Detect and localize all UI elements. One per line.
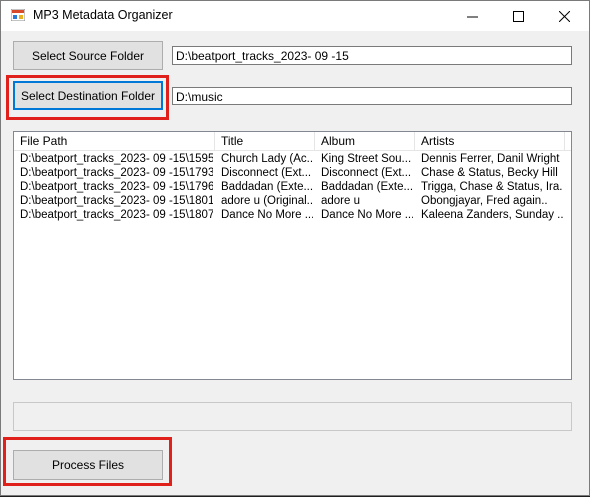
destination-path-field[interactable]: D:\music bbox=[172, 87, 572, 105]
window-title: MP3 Metadata Organizer bbox=[33, 8, 173, 22]
list-header: File Path Title Album Artists bbox=[14, 132, 571, 151]
maximize-icon bbox=[512, 10, 524, 22]
table-row[interactable]: D:\beatport_tracks_2023- 09 -15\1595... … bbox=[14, 152, 571, 166]
cell-album: adore u bbox=[321, 195, 361, 207]
cell-title: Dance No More ... bbox=[221, 209, 313, 221]
table-row[interactable]: D:\beatport_tracks_2023- 09 -15\1793... … bbox=[14, 166, 571, 180]
minimize-icon bbox=[466, 16, 478, 17]
cell-title: Baddadan (Exte... bbox=[221, 181, 313, 193]
source-path-field[interactable]: D:\beatport_tracks_2023- 09 -15 bbox=[172, 46, 572, 65]
table-row[interactable]: D:\beatport_tracks_2023- 09 -15\1796... … bbox=[14, 180, 571, 194]
process-files-button[interactable]: Process Files bbox=[13, 450, 163, 480]
maximize-button[interactable] bbox=[495, 1, 541, 31]
table-row[interactable]: D:\beatport_tracks_2023- 09 -15\1801... … bbox=[14, 194, 571, 208]
cell-album: Baddadan (Exte... bbox=[321, 181, 413, 193]
cell-title: Church Lady (Ac... bbox=[221, 153, 313, 165]
column-header-file-path[interactable]: File Path bbox=[14, 132, 215, 150]
table-row[interactable]: D:\beatport_tracks_2023- 09 -15\1807... … bbox=[14, 208, 571, 222]
cell-file-path: D:\beatport_tracks_2023- 09 -15\1796... bbox=[20, 181, 213, 193]
cell-file-path: D:\beatport_tracks_2023- 09 -15\1807... bbox=[20, 209, 213, 221]
select-destination-folder-button[interactable]: Select Destination Folder bbox=[13, 81, 163, 110]
status-area bbox=[13, 402, 572, 431]
cell-artists: Trigga, Chase & Status, Ira... bbox=[421, 181, 563, 193]
cell-file-path: D:\beatport_tracks_2023- 09 -15\1793... bbox=[20, 167, 213, 179]
column-header-album[interactable]: Album bbox=[315, 132, 415, 150]
column-header-title[interactable]: Title bbox=[215, 132, 315, 150]
cell-artists: Kaleena Zanders, Sunday ... bbox=[421, 209, 563, 221]
app-window: MP3 Metadata Organizer Select Source Fol… bbox=[0, 0, 590, 496]
cell-artists: Obongjayar, Fred again.. bbox=[421, 195, 548, 207]
cell-album: King Street Sou... bbox=[321, 153, 412, 165]
files-list-view[interactable]: File Path Title Album Artists D:\beatpor… bbox=[13, 131, 572, 380]
select-source-folder-button[interactable]: Select Source Folder bbox=[13, 41, 163, 70]
column-header-artists[interactable]: Artists bbox=[415, 132, 565, 150]
minimize-button[interactable] bbox=[449, 1, 495, 31]
cell-title: Disconnect (Ext... bbox=[221, 167, 312, 179]
close-icon bbox=[558, 10, 570, 22]
cell-artists: Chase & Status, Becky Hill bbox=[421, 167, 558, 179]
cell-album: Dance No More ... bbox=[321, 209, 413, 221]
column-header-filler bbox=[565, 132, 571, 150]
cell-file-path: D:\beatport_tracks_2023- 09 -15\1801... bbox=[20, 195, 213, 207]
title-bar[interactable]: MP3 Metadata Organizer bbox=[1, 1, 589, 31]
cell-file-path: D:\beatport_tracks_2023- 09 -15\1595... bbox=[20, 153, 213, 165]
app-icon bbox=[11, 9, 25, 21]
cell-album: Disconnect (Ext... bbox=[321, 167, 412, 179]
close-button[interactable] bbox=[541, 1, 587, 31]
cell-title: adore u (Original... bbox=[221, 195, 313, 207]
cell-artists: Dennis Ferrer, Danil Wright bbox=[421, 153, 560, 165]
